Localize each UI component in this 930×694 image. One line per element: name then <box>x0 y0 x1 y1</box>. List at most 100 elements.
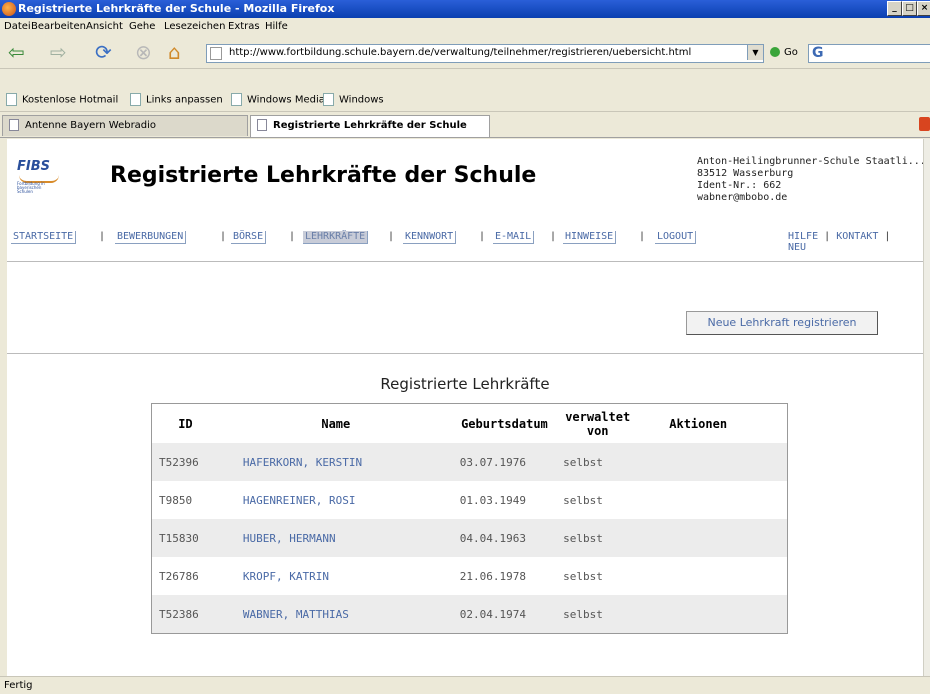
teacher-name-link[interactable]: HAFERKORN, KERSTIN <box>218 443 453 481</box>
page-icon <box>231 93 242 106</box>
page-title: Registrierte Lehrkräfte der Schule <box>110 163 537 188</box>
cell-managed-by: selbst <box>556 443 640 481</box>
cell-actions <box>639 519 788 557</box>
menu-gehe[interactable]: Gehe <box>129 21 155 32</box>
nav-startseite[interactable]: STARTSEITE <box>11 231 77 244</box>
forward-icon[interactable]: ⇨ <box>50 42 67 62</box>
stop-icon[interactable]: ⊗ <box>135 42 152 62</box>
page-content: FIBS Fortbildung in bayerischen Schulen … <box>7 139 923 676</box>
table-row: T9850 HAGENREINER, ROSI 01.03.1949 selbs… <box>152 481 788 519</box>
window-titlebar: Registrierte Lehrkräfte der Schule - Moz… <box>0 0 930 18</box>
back-icon[interactable]: ⇦ <box>8 42 25 62</box>
tab-antenne-bayern[interactable]: Antenne Bayern Webradio <box>2 115 248 136</box>
status-bar: Fertig <box>0 676 930 694</box>
nav-logout[interactable]: LOGOUT <box>655 231 697 244</box>
table-title: Registrierte Lehrkräfte <box>380 375 550 393</box>
cell-managed-by: selbst <box>563 493 603 507</box>
bookmark-item[interactable]: Windows <box>323 93 384 106</box>
window-title: Registrierte Lehrkräfte der Schule - Moz… <box>18 2 335 15</box>
divider <box>7 353 923 354</box>
help-link[interactable]: HILFE <box>788 231 818 242</box>
menu-lesezeichen[interactable]: Lesezeichen <box>164 21 225 32</box>
bookmark-item[interactable]: Kostenlose Hotmail <box>6 93 118 106</box>
go-icon <box>770 47 780 57</box>
teacher-name-link[interactable]: HUBER, HERMANN <box>218 519 453 557</box>
table-row: T26786 KROPF, KATRIN 21.06.1978 selbst <box>152 557 788 595</box>
cell-managed-by: selbst <box>556 519 640 557</box>
chevron-down-icon[interactable]: ▼ <box>747 45 763 60</box>
help-links: HILFE | KONTAKT | NEU <box>788 231 891 253</box>
col-id: ID <box>178 416 193 431</box>
school-city: 83512 Wasserburg <box>697 168 794 179</box>
main-nav: STARTSEITE | BEWERBUNGEN | BÖRSE | LEHRK… <box>7 229 923 262</box>
bookmark-item[interactable]: Windows Media <box>231 93 325 106</box>
home-icon[interactable]: ⌂ <box>168 42 181 62</box>
reload-icon[interactable]: ⟳ <box>95 42 112 62</box>
menu-ansicht[interactable]: Ansicht <box>86 21 123 32</box>
nav-email[interactable]: E-MAIL <box>493 231 535 244</box>
school-ident: Ident-Nr.: 662 <box>697 180 782 191</box>
teachers-table: ID Name Geburtsdatum verwaltet von Aktio… <box>151 403 788 634</box>
url-field[interactable]: http://www.fortbildung.schule.bayern.de/… <box>206 44 764 63</box>
col-managed-by: verwaltet von <box>565 409 631 438</box>
google-icon: G <box>812 45 824 61</box>
firefox-icon <box>2 2 16 16</box>
new-link[interactable]: NEU <box>788 242 806 253</box>
navigation-toolbar: ⇦ ⇨ ⟳ ⊗ ⌂ http://www.fortbildung.schule.… <box>0 36 930 69</box>
page-icon <box>323 93 334 106</box>
nav-hinweise[interactable]: HINWEISE <box>563 231 617 244</box>
school-info: Anton-Heilingbrunner-Schule Staatli... 8… <box>697 156 923 204</box>
table-row: T52386 WABNER, MATTHIAS 02.04.1974 selbs… <box>151 595 788 634</box>
tab-registrierte-lehrkraefte[interactable]: Registrierte Lehrkräfte der Schule <box>250 115 490 137</box>
teacher-name-link[interactable]: WABNER, MATTHIAS <box>218 595 453 634</box>
minimize-button[interactable]: _ <box>887 1 902 16</box>
close-window-button[interactable]: × <box>917 1 930 16</box>
page-icon <box>210 47 222 60</box>
maximize-button[interactable]: □ <box>902 1 917 16</box>
cell-actions <box>639 443 788 481</box>
cell-birthdate: 02.04.1974 <box>452 595 557 634</box>
menu-bearbeiten[interactable]: Bearbeiten <box>31 21 86 32</box>
menu-hilfe[interactable]: Hilfe <box>265 21 288 32</box>
teacher-name-link[interactable]: HAGENREINER, ROSI <box>219 481 453 519</box>
nav-bewerbungen[interactable]: BEWERBUNGEN <box>115 231 187 244</box>
bookmarks-bar: Kostenlose Hotmail Links anpassen Window… <box>0 89 930 112</box>
register-teacher-button[interactable]: Neue Lehrkraft registrieren <box>686 311 878 335</box>
cell-birthdate: 03.07.1976 <box>452 443 557 481</box>
fibs-logo: FIBS Fortbildung in bayerischen Schulen <box>17 159 67 194</box>
cell-actions <box>639 481 787 519</box>
go-label: Go <box>784 47 798 58</box>
close-tab-icon[interactable] <box>919 117 930 131</box>
table-row: T15830 HUBER, HERMANN 04.04.1963 selbst <box>151 519 788 557</box>
contact-link[interactable]: KONTAKT <box>836 231 878 242</box>
nav-kennwort[interactable]: KENNWORT <box>403 231 457 244</box>
menu-datei[interactable]: Datei <box>4 21 31 32</box>
page-icon <box>6 93 17 106</box>
vertical-scrollbar[interactable] <box>923 139 930 676</box>
bookmark-item[interactable]: Links anpassen <box>130 93 223 106</box>
cell-id: T15830 <box>151 519 219 557</box>
nav-lehrkraefte[interactable]: LEHRKRÄFTE <box>303 231 369 244</box>
search-input[interactable]: G <box>808 44 930 63</box>
cell-managed-by: selbst <box>563 569 603 583</box>
cell-managed-by: selbst <box>556 595 640 634</box>
school-email: wabner@mbobo.de <box>697 192 788 203</box>
url-text: http://www.fortbildung.schule.bayern.de/… <box>229 47 692 58</box>
cell-id: T26786 <box>159 569 199 583</box>
col-birthdate: Geburtsdatum <box>461 416 548 431</box>
tab-bar: Antenne Bayern Webradio Registrierte Leh… <box>0 113 930 138</box>
nav-boerse[interactable]: BÖRSE <box>231 231 267 244</box>
cell-birthdate: 04.04.1963 <box>452 519 557 557</box>
col-name: Name <box>321 416 351 431</box>
go-button[interactable]: Go <box>770 47 798 58</box>
page-icon <box>9 119 19 131</box>
menu-extras[interactable]: Extras <box>228 21 260 32</box>
cell-id: T9850 <box>159 493 193 507</box>
cell-actions <box>639 595 788 634</box>
table-header-row: ID Name Geburtsdatum verwaltet von Aktio… <box>152 404 788 444</box>
school-name: Anton-Heilingbrunner-Schule Staatli... <box>697 156 923 167</box>
cell-id: T52386 <box>151 595 219 634</box>
table-row: T52396 HAFERKORN, KERSTIN 03.07.1976 sel… <box>151 443 788 481</box>
teacher-name-link[interactable]: KROPF, KATRIN <box>219 557 453 595</box>
cell-id: T52396 <box>151 443 219 481</box>
